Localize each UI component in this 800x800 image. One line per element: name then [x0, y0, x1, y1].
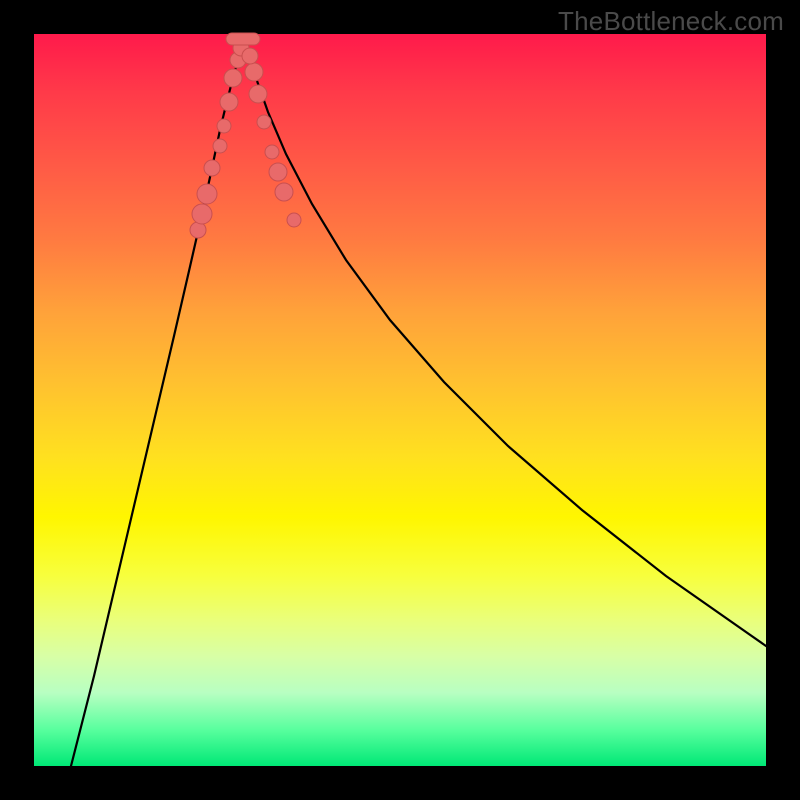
data-marker: [287, 213, 301, 227]
markers-right: [242, 48, 301, 227]
data-marker: [217, 119, 231, 133]
data-marker: [245, 63, 263, 81]
data-marker: [224, 69, 242, 87]
watermark-text: TheBottleneck.com: [558, 6, 784, 37]
data-marker: [204, 160, 220, 176]
data-marker: [190, 222, 206, 238]
bottom-lozenge: [226, 33, 260, 45]
chart-svg: [34, 34, 766, 766]
outer-frame: TheBottleneck.com: [0, 0, 800, 800]
data-marker: [242, 48, 258, 64]
plot-area: [34, 34, 766, 766]
data-marker: [269, 163, 287, 181]
data-marker: [249, 85, 267, 103]
data-marker: [275, 183, 293, 201]
data-marker: [265, 145, 279, 159]
data-marker: [192, 204, 212, 224]
curve-right-branch: [243, 34, 766, 646]
data-marker: [197, 184, 217, 204]
data-marker: [213, 139, 227, 153]
data-marker: [257, 115, 271, 129]
data-marker: [220, 93, 238, 111]
markers-left: [190, 40, 249, 238]
